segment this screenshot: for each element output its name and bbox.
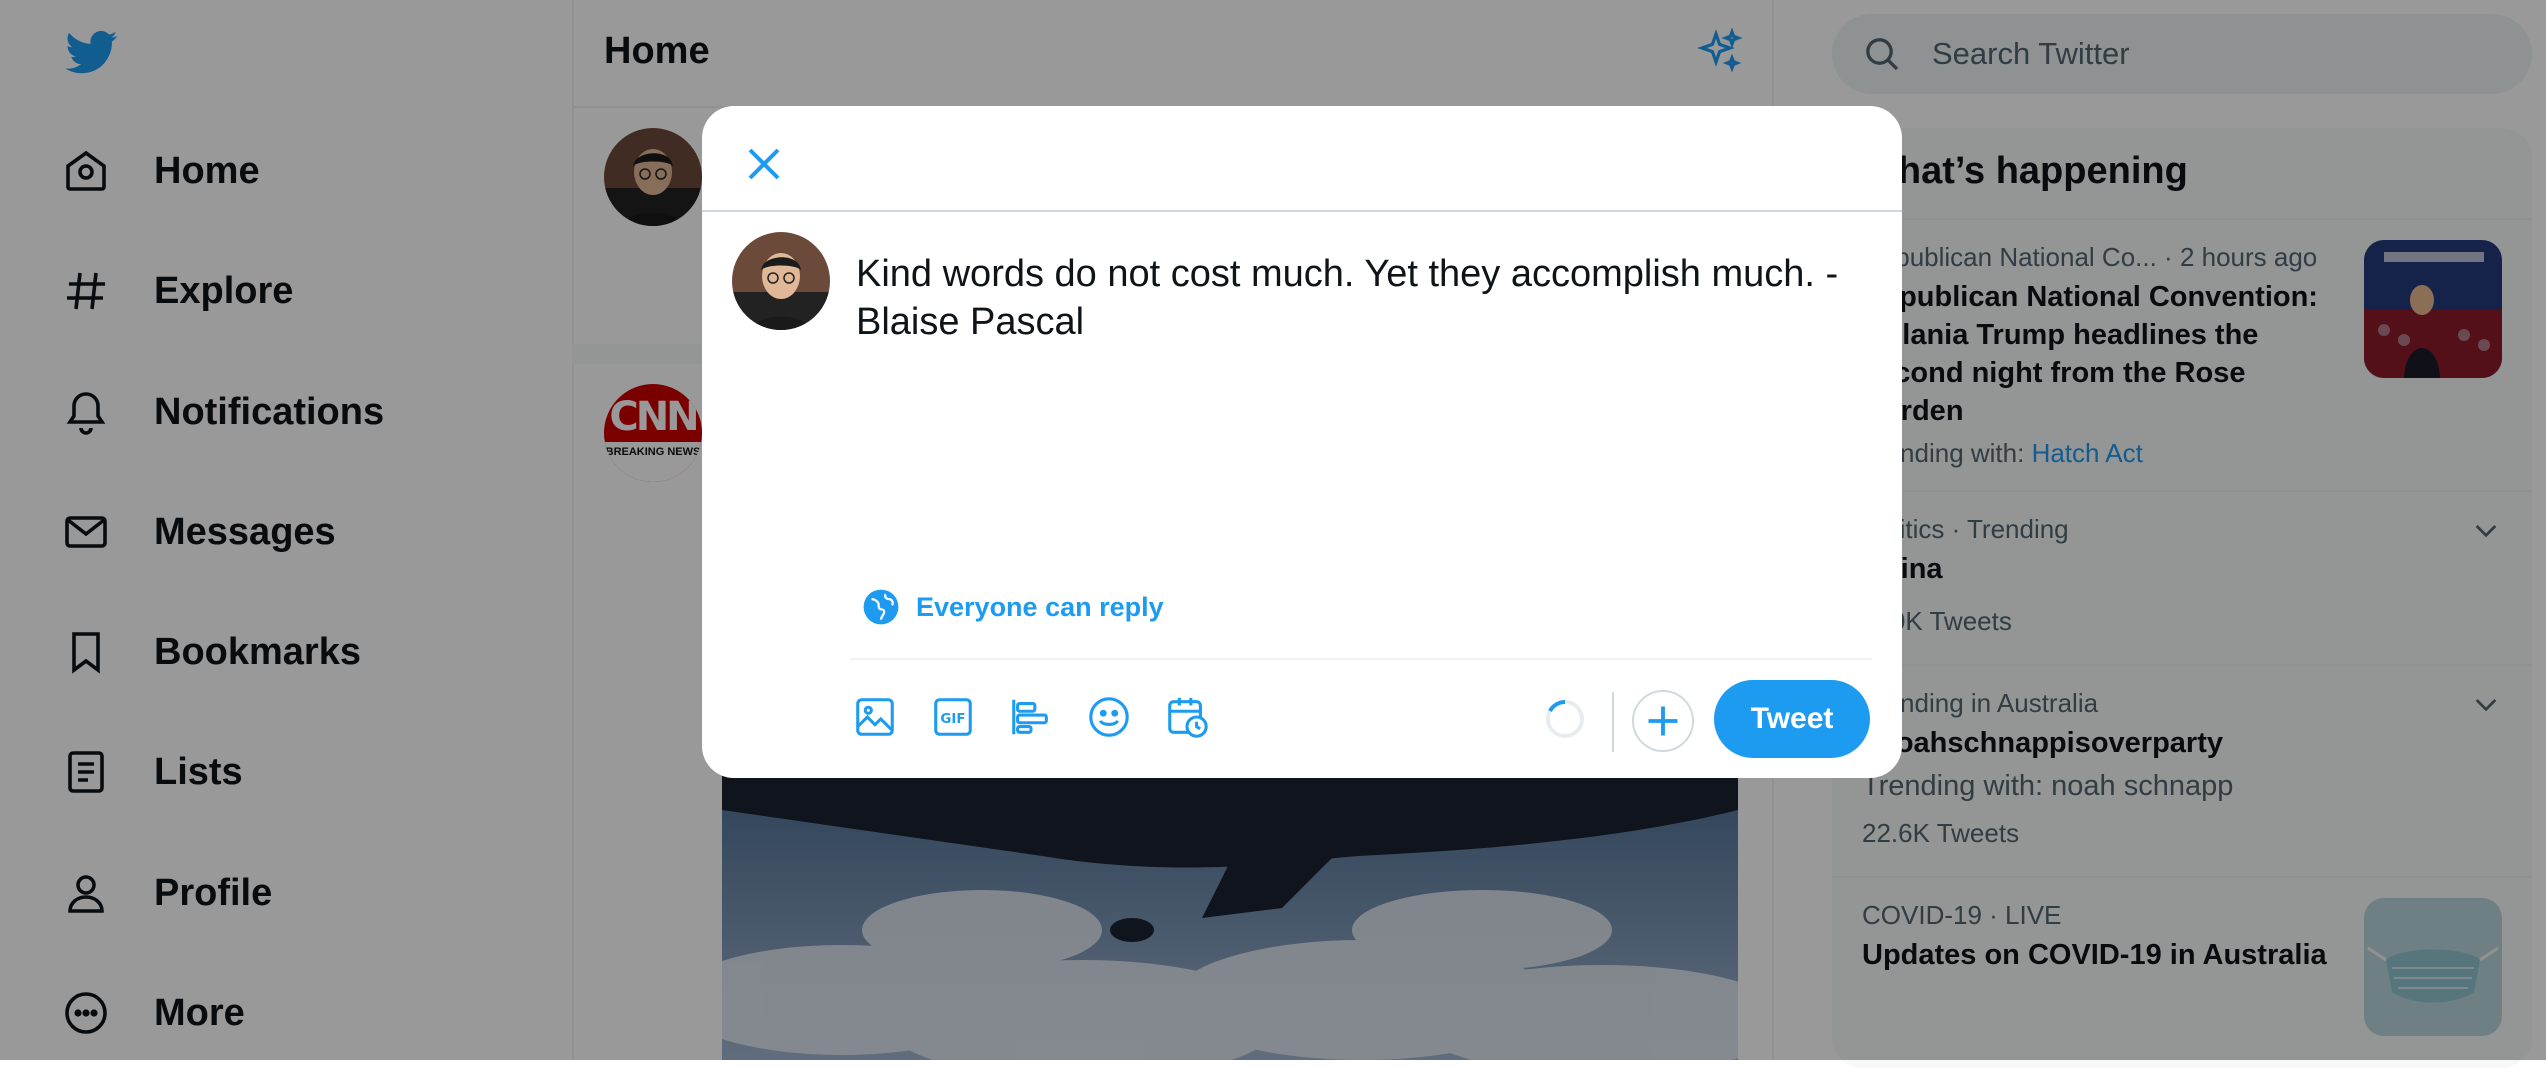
- reply-setting-label: Everyone can reply: [916, 591, 1164, 622]
- add-tweet-button[interactable]: [1632, 690, 1694, 752]
- reply-setting-button[interactable]: Everyone can reply: [862, 588, 1164, 626]
- divider: [702, 210, 1902, 212]
- avatar[interactable]: [732, 232, 830, 330]
- tweet-textarea[interactable]: Kind words do not cost much. Yet they ac…: [856, 250, 1876, 346]
- compose-tweet-modal: Kind words do not cost much. Yet they ac…: [702, 106, 1902, 778]
- svg-text:GIF: GIF: [940, 712, 965, 727]
- gif-icon[interactable]: GIF: [930, 694, 976, 740]
- globe-icon: [862, 588, 900, 626]
- poll-icon[interactable]: [1008, 694, 1054, 740]
- emoji-icon[interactable]: [1086, 694, 1132, 740]
- schedule-icon[interactable]: [1164, 694, 1210, 740]
- divider: [850, 658, 1872, 660]
- character-count-ring: [1544, 698, 1586, 740]
- tweet-button[interactable]: Tweet: [1714, 680, 1870, 758]
- divider: [1612, 692, 1614, 752]
- image-icon[interactable]: [852, 694, 898, 740]
- close-icon[interactable]: [740, 140, 788, 188]
